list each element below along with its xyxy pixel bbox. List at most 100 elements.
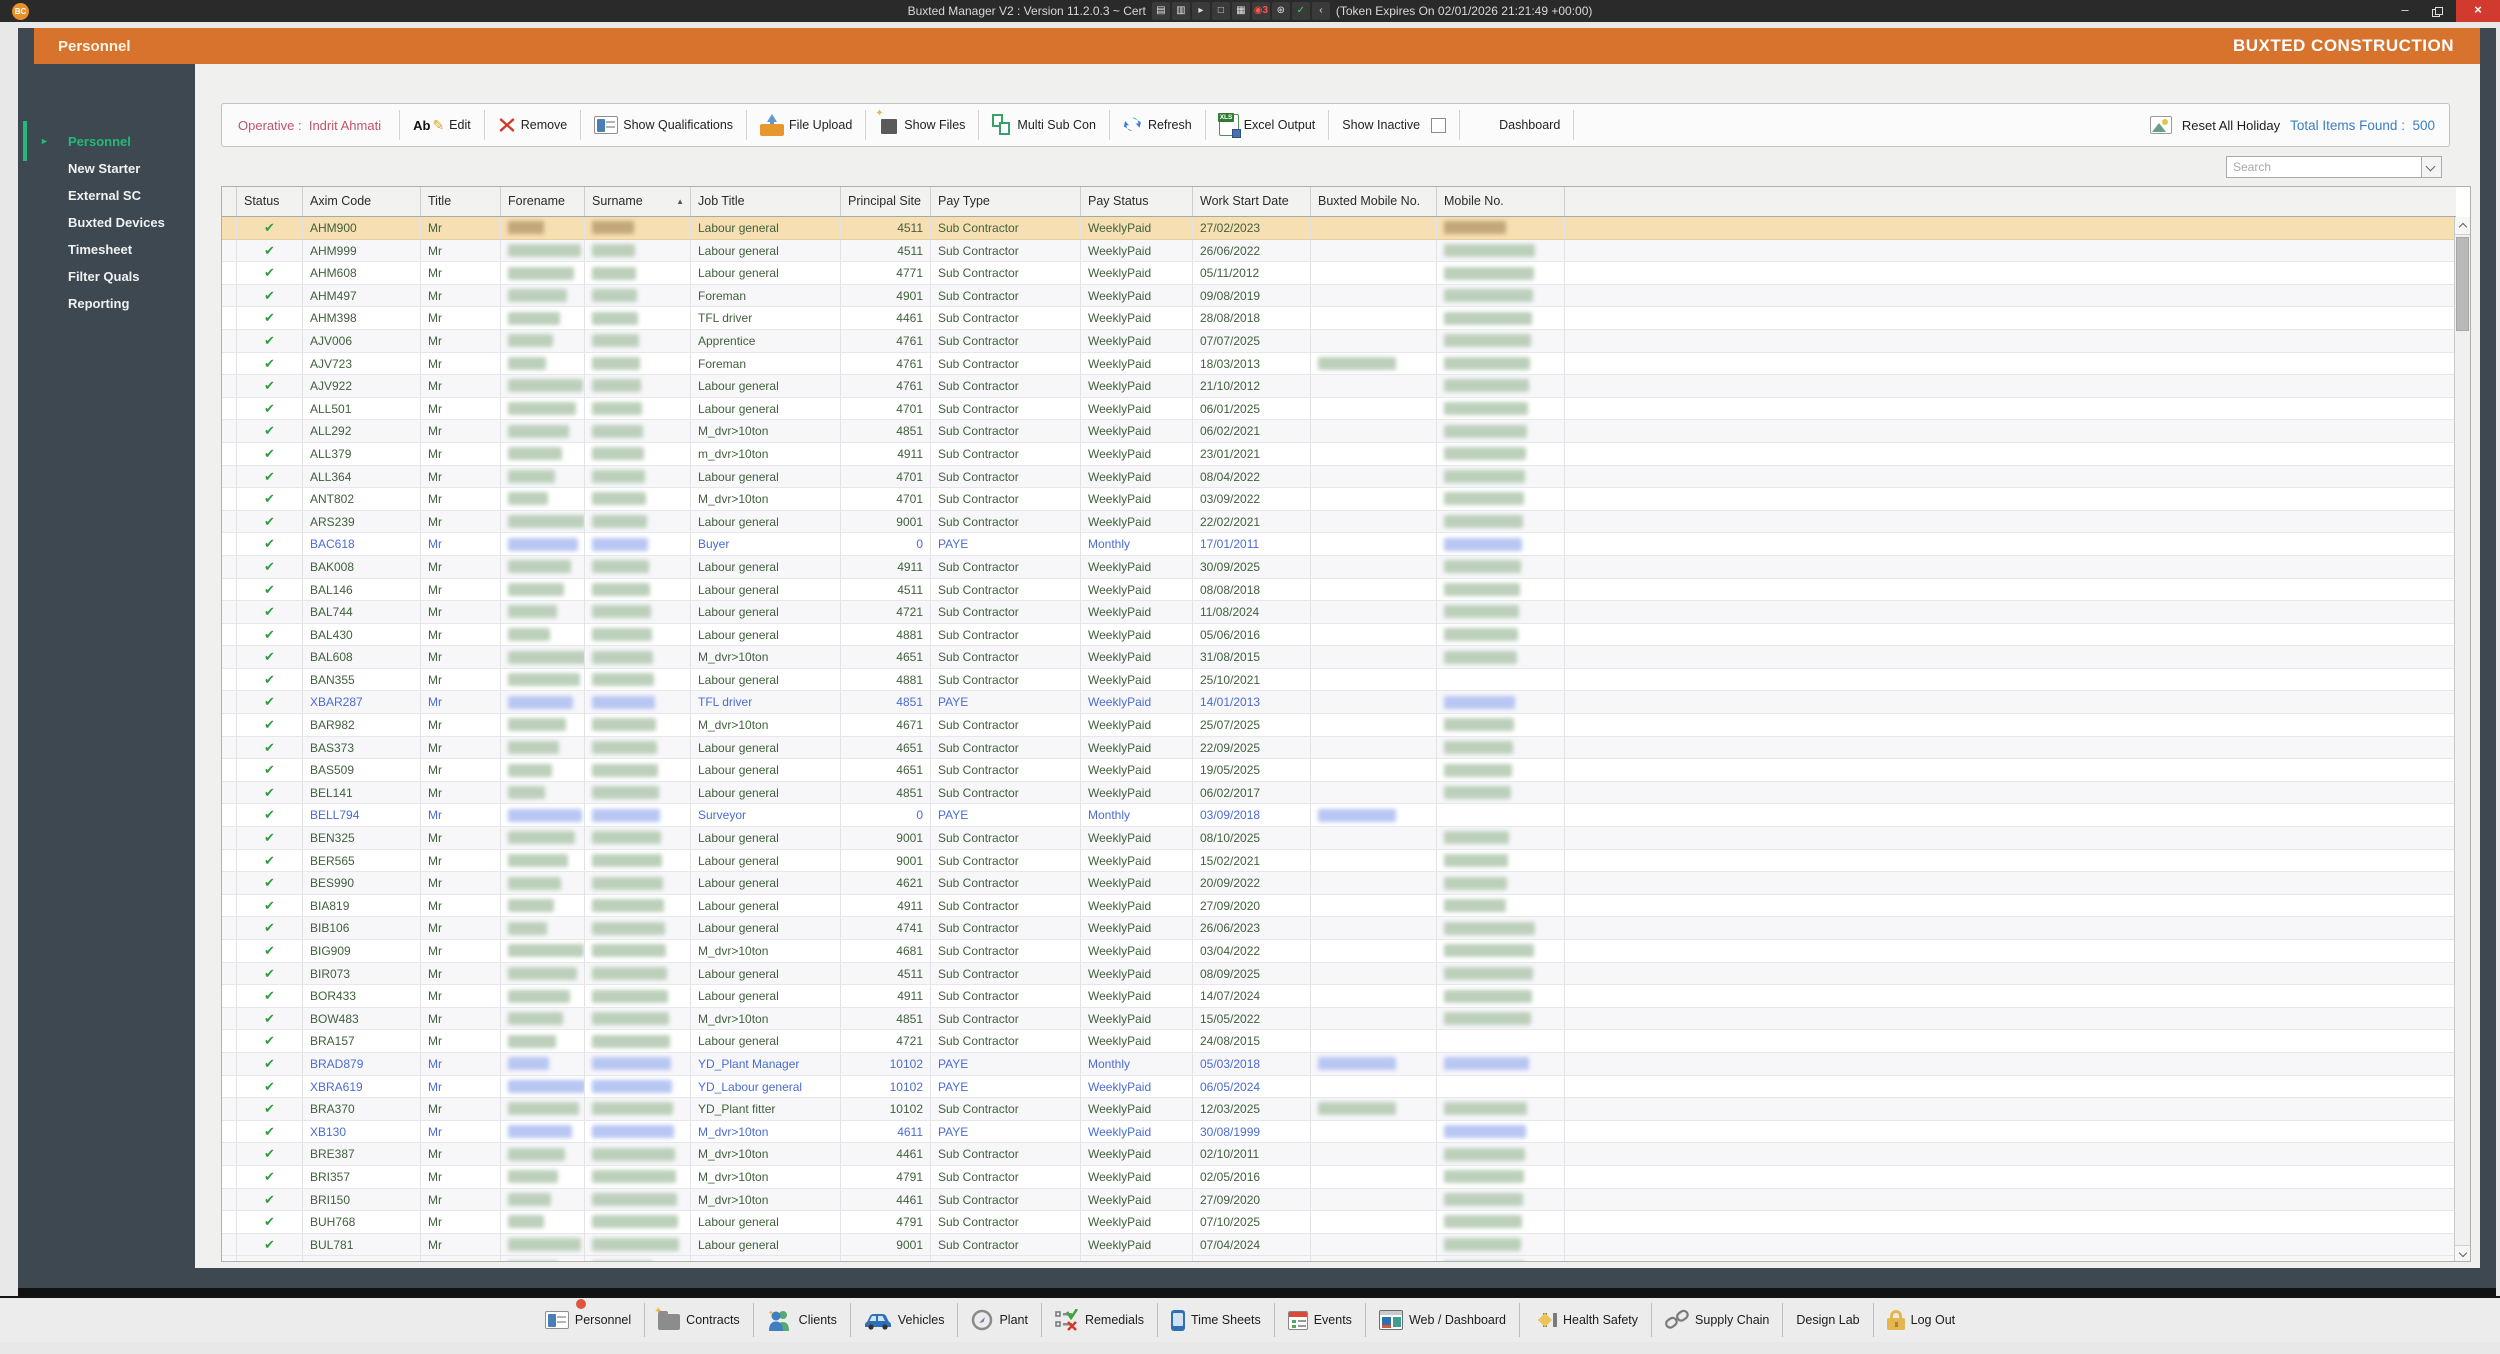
- multi-sub-con-button[interactable]: Multi Sub Con: [983, 107, 1105, 143]
- table-row[interactable]: ✔ BAC618 Mr Buyer 0 PAYE Monthly 17/01/2011: [222, 533, 2456, 556]
- table-row[interactable]: ✔ BRA370 Mr YD_Plant fitter 10102 Sub Contrac…: [222, 1098, 2456, 1121]
- table-row[interactable]: ✔ BES990 Mr Labour general 4621 Sub Contracto…: [222, 872, 2456, 895]
- table-row[interactable]: ✔ ANT802 Mr M_dvr>10ton 4701 Sub Contractor We…: [222, 488, 2456, 511]
- column-header-pay-status[interactable]: Pay Status: [1081, 187, 1193, 216]
- refresh-button[interactable]: Refresh: [1114, 107, 1201, 143]
- sidebar-item-new-starter[interactable]: New Starter: [18, 155, 195, 182]
- column-header-pay-type[interactable]: Pay Type: [931, 187, 1081, 216]
- dashboard-button[interactable]: Dashboard: [1464, 107, 1569, 143]
- taskbar-item-supply-chain[interactable]: Supply Chain: [1652, 1301, 1782, 1339]
- minimize-button[interactable]: –: [2388, 0, 2422, 22]
- taskbar-item-remedials[interactable]: Remedials: [1042, 1301, 1157, 1339]
- table-row[interactable]: ✔ ALL379 Mr m_dvr>10ton 4911 Sub Contractor We…: [222, 442, 2456, 466]
- remove-button[interactable]: Remove: [489, 107, 577, 143]
- table-row[interactable]: ✔ ALL501 Mr Labour general 4701 Sub Contracto…: [222, 397, 2456, 421]
- excel-output-button[interactable]: XLS Excel Output: [1210, 107, 1325, 143]
- restore-button[interactable]: [2422, 0, 2456, 22]
- table-row[interactable]: ✔ BAS509 Mr Labour general 4651 Sub Contracto…: [222, 759, 2456, 782]
- taskbar-item-contracts[interactable]: ✦ Contracts: [645, 1301, 753, 1339]
- camera-icon[interactable]: ▥: [1171, 2, 1190, 20]
- show-inactive-toggle[interactable]: Show Inactive: [1333, 107, 1455, 143]
- sidebar-item-reporting[interactable]: Reporting: [18, 290, 195, 317]
- table-row[interactable]: ✔ BAK008 Mr Labour general 4911 Sub Contracto…: [222, 555, 2456, 579]
- table-row[interactable]: ✔ BUL781 Mr Labour general 9001 Sub Contracto…: [222, 1233, 2456, 1257]
- scrollbar-thumb[interactable]: [2456, 237, 2469, 331]
- table-row[interactable]: ✔ BER565 Mr Labour general 9001 Sub Contracto…: [222, 849, 2456, 873]
- sidebar-item-timesheet[interactable]: Timesheet: [18, 236, 195, 263]
- shield-check-icon[interactable]: ✓: [1291, 2, 1310, 20]
- column-header-axim-code[interactable]: Axim Code: [303, 187, 421, 216]
- edit-button[interactable]: Ab ✎ Edit: [404, 107, 480, 143]
- table-row[interactable]: ✔ BIB106 Mr Labour general 4741 Sub Contracto…: [222, 917, 2456, 940]
- close-button[interactable]: ×: [2456, 0, 2500, 22]
- table-row[interactable]: ✔ BELL794 Mr Surveyor 0 PAYE Monthly 03/09/2018: [222, 804, 2456, 828]
- column-header-principal-site[interactable]: Principal Site: [841, 187, 931, 216]
- collapse-arrow-icon[interactable]: ‹: [1311, 2, 1330, 20]
- table-row[interactable]: ✔ XBRA619 Mr YD_Labour general 10102 PAYE Week…: [222, 1075, 2456, 1099]
- table-row[interactable]: ✔ BAL430 Mr Labour general 4881 Sub Contracto…: [222, 623, 2456, 647]
- column-header-title[interactable]: Title: [421, 187, 501, 216]
- table-row[interactable]: ✔ BRI150 Mr M_dvr>10ton 4461 Sub Contractor We…: [222, 1188, 2456, 1212]
- scroll-down-button[interactable]: [2455, 1245, 2470, 1261]
- table-row[interactable]: ✔ BAN355 Mr Labour general 4881 Sub Contracto…: [222, 668, 2456, 692]
- taskbar-item-plant[interactable]: Plant: [958, 1301, 1041, 1339]
- taskbar-item-time-sheets[interactable]: Time Sheets: [1158, 1301, 1274, 1339]
- taskbar-item-events[interactable]: Events: [1275, 1301, 1365, 1339]
- cast-icon[interactable]: ▤: [1151, 2, 1170, 20]
- table-row[interactable]: ✔ ALL364 Mr Labour general 4701 Sub Contracto…: [222, 465, 2456, 489]
- column-header-job-title[interactable]: Job Title: [691, 187, 841, 216]
- sidebar-item-external-sc[interactable]: External SC: [18, 182, 195, 209]
- table-row[interactable]: ✔ AJV006 Mr Apprentice 4761 Sub Contractor Wee…: [222, 329, 2456, 353]
- table-row[interactable]: ✔ BIG909 Mr M_dvr>10ton 4681 Sub Contractor We…: [222, 940, 2456, 963]
- column-header-surname[interactable]: Surname ▲: [585, 187, 691, 216]
- search-combobox[interactable]: [2226, 156, 2442, 178]
- column-header-buxted-mobile-no-[interactable]: Buxted Mobile No.: [1311, 187, 1437, 216]
- table-row[interactable]: ✔ BAL608 Mr M_dvr>10ton 4651 Sub Contractor We…: [222, 646, 2456, 669]
- reset-all-holiday-button[interactable]: Reset All Holiday: [2182, 118, 2280, 133]
- taskbar-item-web-dashboard[interactable]: Web / Dashboard: [1366, 1301, 1519, 1339]
- table-row[interactable]: ✔ BAR982 Mr M_dvr>10ton 4671 Sub Contractor We…: [222, 714, 2456, 737]
- table-row[interactable]: ✔ BRI357 Mr M_dvr>10ton 4791 Sub Contractor We…: [222, 1165, 2456, 1189]
- sidebar-item-personnel[interactable]: ► Personnel: [18, 121, 195, 161]
- scroll-up-button[interactable]: [2455, 217, 2470, 235]
- column-header-status[interactable]: Status: [237, 187, 303, 216]
- cursor-icon[interactable]: ▸: [1191, 2, 1210, 20]
- show-inactive-checkbox[interactable]: [1431, 117, 1447, 133]
- taskbar-item-design-lab[interactable]: Design Lab: [1783, 1301, 1872, 1339]
- table-row[interactable]: ✔ BRE387 Mr M_dvr>10ton 4461 Sub Contractor We…: [222, 1143, 2456, 1166]
- table-row[interactable]: ✔ ALL292 Mr M_dvr>10ton 4851 Sub Contractor We…: [222, 420, 2456, 443]
- column-header-indicator[interactable]: [222, 187, 237, 216]
- vertical-scrollbar[interactable]: [2454, 217, 2470, 1261]
- taskbar-item-vehicles[interactable]: Vehicles: [851, 1301, 958, 1339]
- table-row[interactable]: ✔ BRAD879 Mr YD_Plant Manager 10102 PAYE Month…: [222, 1052, 2456, 1076]
- taskbar-item-personnel[interactable]: Personnel: [532, 1299, 644, 1339]
- table-row[interactable]: ✔ BEL141 Mr Labour general 4851 Sub Contracto…: [222, 781, 2456, 805]
- taskbar-item-clients[interactable]: ✦ Clients: [754, 1301, 850, 1339]
- table-row[interactable]: ✔ AJV723 Mr Foreman 4761 Sub Contractor Weekly…: [222, 352, 2456, 376]
- table-row[interactable]: ✔ AHM608 Mr Labour general 4771 Sub Contracto…: [222, 262, 2456, 285]
- window-icon[interactable]: □: [1211, 2, 1230, 20]
- table-row[interactable]: ✔ BOW483 Mr M_dvr>10ton 4851 Sub Contractor We…: [222, 1007, 2456, 1031]
- table-row[interactable]: ✔ ARS239 Mr Labour general 9001 Sub Contracto…: [222, 510, 2456, 534]
- table-row[interactable]: ✔ BRA157 Mr Labour general 4721 Sub Contracto…: [222, 1030, 2456, 1053]
- sidebar-item-filter-quals[interactable]: Filter Quals: [18, 263, 195, 290]
- table-row[interactable]: ✔ BOR433 Mr Labour general 4911 Sub Contracto…: [222, 985, 2456, 1008]
- sidebar-item-buxted-devices[interactable]: Buxted Devices: [18, 209, 195, 236]
- table-row[interactable]: ✔ BEN325 Mr Labour general 9001 Sub Contracto…: [222, 827, 2456, 850]
- table-row[interactable]: ✔ XBAR287 Mr TFL driver 4851 PAYE WeeklyPaid 14…: [222, 691, 2456, 715]
- search-input[interactable]: [2227, 157, 2421, 177]
- table-row[interactable]: ✔ BUH768 Mr Labour general 4791 Sub Contracto…: [222, 1211, 2456, 1234]
- file-upload-button[interactable]: File Upload: [751, 107, 861, 143]
- table-row[interactable]: ✔ AHM497 Mr Foreman 4901 Sub Contractor Weekly…: [222, 284, 2456, 308]
- layers-icon[interactable]: ▦: [1231, 2, 1250, 20]
- column-header-mobile-no-[interactable]: Mobile No.: [1437, 187, 1565, 216]
- table-row[interactable]: ✔ BAL744 Mr Labour general 4721 Sub Contracto…: [222, 601, 2456, 624]
- table-row[interactable]: ✔ BIR073 Mr Labour general 4511 Sub Contracto…: [222, 962, 2456, 986]
- search-dropdown-button[interactable]: [2421, 157, 2441, 177]
- taskbar-item-log-out[interactable]: Log Out: [1874, 1301, 1968, 1339]
- taskbar-item-health-safety[interactable]: Health Safety: [1520, 1301, 1651, 1339]
- table-row[interactable]: ✔ AHM398 Mr TFL driver 4461 Sub Contractor Wee…: [222, 307, 2456, 330]
- table-row[interactable]: ✔ BAS373 Mr Labour general 4651 Sub Contracto…: [222, 736, 2456, 760]
- table-row[interactable]: ✔ AJV922 Mr Labour general 4761 Sub Contracto…: [222, 375, 2456, 398]
- record-count-3-icon[interactable]: ◉3: [1251, 2, 1270, 20]
